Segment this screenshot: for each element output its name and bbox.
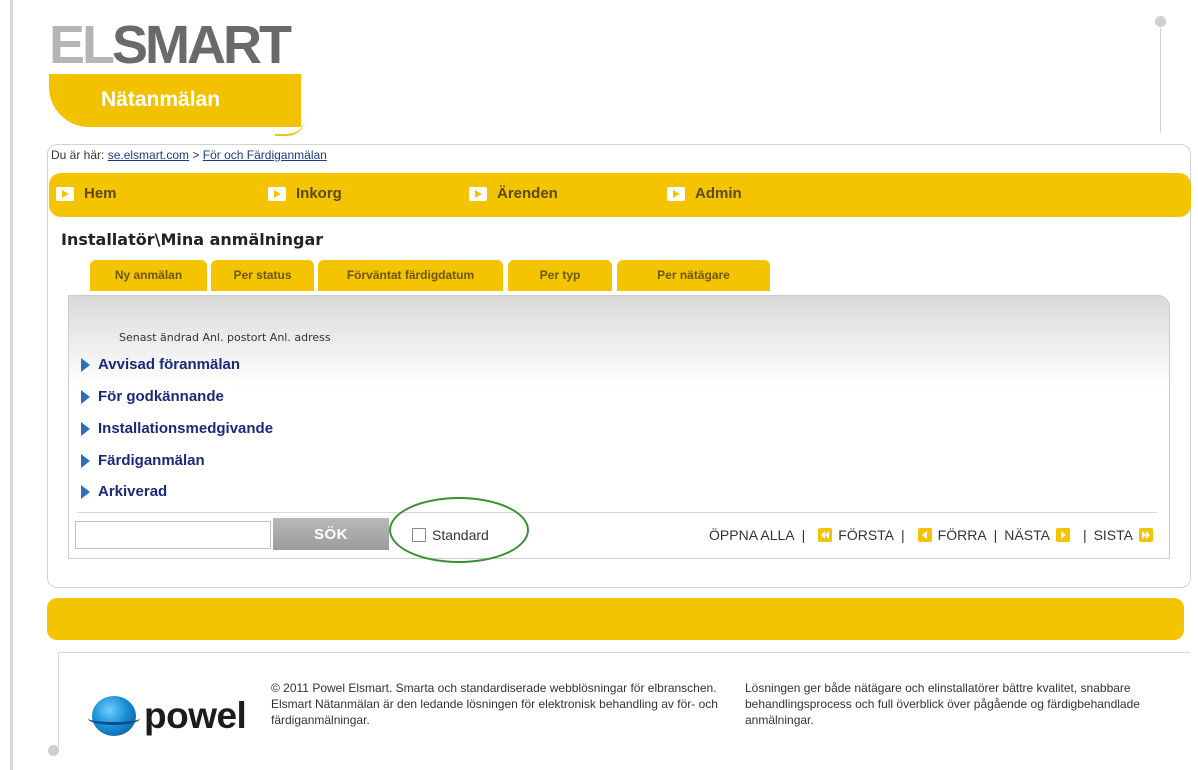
expand-arrow-icon (81, 389, 90, 404)
pager-separator: | (901, 527, 905, 543)
nav-item-label: Ärenden (497, 185, 558, 202)
bottom-bar (47, 598, 1184, 640)
status-label: Installationsmedgivande (98, 420, 274, 437)
status-label: Avvisad föranmälan (98, 356, 240, 373)
last-page-link[interactable]: SISTA (1094, 527, 1133, 543)
logo-smart-text: SMART (112, 15, 292, 75)
breadcrumb-separator: > (192, 148, 200, 162)
play-icon (667, 186, 685, 201)
breadcrumb-link-home[interactable]: se.elsmart.com (108, 148, 189, 162)
prev-page-icon[interactable] (917, 528, 932, 542)
content-panel: Senast ändrad Anl. postort Anl. adress A… (68, 295, 1170, 563)
nav-item-inkorg[interactable]: Inkorg (268, 185, 342, 202)
prev-page-link[interactable]: FÖRRA (938, 527, 987, 543)
play-icon (56, 186, 74, 201)
tab-per-typ[interactable]: Per typ (508, 260, 612, 291)
decor-pin-line (1160, 28, 1161, 132)
footer-left-rule (58, 652, 59, 748)
powel-logo[interactable]: powel (88, 695, 247, 737)
status-row-fardiganmalan[interactable]: Färdiganmälan (81, 452, 205, 469)
nav-item-label: Inkorg (296, 185, 342, 202)
tab-forvantat-fardigdatum[interactable]: Förväntat färdigdatum (318, 260, 503, 291)
expand-arrow-icon (81, 453, 90, 468)
expand-arrow-icon (81, 484, 90, 499)
status-row-avvisad[interactable]: Avvisad föranmälan (81, 356, 240, 373)
play-icon (469, 186, 487, 201)
nav-item-label: Admin (695, 185, 742, 202)
pager-separator: | (1082, 527, 1087, 543)
status-label: Arkiverad (98, 483, 168, 500)
page-title: Installatör\Mina anmälningar (61, 230, 324, 249)
status-row-for-godkannande[interactable]: För godkännande (81, 388, 224, 405)
nav-item-label: Hem (84, 185, 117, 202)
pager-separator: | (993, 527, 998, 543)
content-divider (77, 512, 1157, 513)
next-page-icon[interactable] (1055, 528, 1070, 542)
first-page-link[interactable]: FÖRSTA (838, 527, 894, 543)
pager-separator: | (801, 527, 806, 543)
expand-arrow-icon (81, 421, 90, 436)
play-icon (268, 186, 286, 201)
status-label: Färdiganmälan (98, 452, 205, 469)
breadcrumb-prefix: Du är här: (51, 148, 105, 162)
status-label: För godkännande (98, 388, 224, 405)
tab-per-status[interactable]: Per status (211, 260, 314, 291)
footer-divider (58, 652, 1190, 653)
search-input[interactable] (75, 521, 271, 549)
powel-globe-icon (88, 696, 140, 736)
nav-item-admin[interactable]: Admin (667, 185, 742, 202)
logo-band: Nätanmälan (49, 74, 305, 136)
first-page-icon[interactable] (818, 528, 833, 542)
main-nav: Hem Inkorg Ärenden Admin (49, 173, 1191, 217)
logo-wordmark: ELSMART (49, 15, 292, 75)
footer-copyright: © 2011 Powel Elsmart. Smarta och standar… (271, 681, 718, 727)
powel-wordmark: powel (144, 695, 247, 736)
nav-item-hem[interactable]: Hem (56, 185, 117, 202)
status-row-arkiverad[interactable]: Arkiverad (81, 483, 167, 500)
pager: ÖPPNA ALLA | FÖRSTA | FÖRRA | NÄSTA | SI… (709, 527, 1159, 543)
tab-per-natagare[interactable]: Per nätägare (617, 260, 770, 291)
search-button[interactable]: SÖK (273, 518, 389, 550)
elsmart-logo[interactable]: ELSMART Nätanmälan (47, 14, 307, 136)
decor-pin-dot (1155, 16, 1166, 27)
next-page-link[interactable]: NÄSTA (1004, 527, 1050, 543)
standard-checkbox[interactable] (412, 528, 426, 542)
last-page-icon[interactable] (1139, 528, 1153, 542)
logo-subtitle: Nätanmälan (101, 88, 221, 111)
breadcrumb-link-current[interactable]: För och Färdiganmälan (203, 148, 327, 162)
nav-item-arenden[interactable]: Ärenden (469, 185, 558, 202)
column-headers: Senast ändrad Anl. postort Anl. adress (119, 331, 331, 344)
standard-label: Standard (432, 527, 489, 543)
decor-footer-dot (48, 745, 59, 756)
left-rule (10, 0, 13, 770)
footer-description: Lösningen ger både nätägare och elinstal… (745, 681, 1140, 727)
main-frame: Du är här: se.elsmart.com > För och Färd… (47, 144, 1191, 588)
logo-el-text: EL (49, 15, 115, 75)
open-all-link[interactable]: ÖPPNA ALLA (709, 527, 795, 543)
breadcrumb: Du är här: se.elsmart.com > För och Färd… (51, 148, 327, 162)
status-row-installationsmedgivande[interactable]: Installationsmedgivande (81, 420, 273, 437)
tab-ny-anmalan[interactable]: Ny anmälan (90, 260, 207, 291)
expand-arrow-icon (81, 357, 90, 372)
